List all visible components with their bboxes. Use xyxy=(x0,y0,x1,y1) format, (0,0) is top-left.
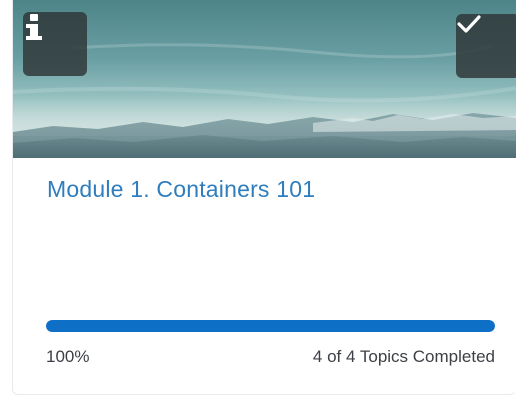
progress-bar xyxy=(46,320,495,332)
module-title-link[interactable]: Module 1. Containers 101 xyxy=(47,176,315,203)
complete-button[interactable] xyxy=(456,14,516,78)
info-button[interactable] xyxy=(23,12,87,76)
module-banner-image xyxy=(13,0,516,158)
topics-completed-count: 4 of 4 Topics Completed xyxy=(312,347,495,366)
progress-percent: 100% xyxy=(46,347,90,366)
progress-bar-fill xyxy=(46,320,495,332)
module-card[interactable]: Module 1. Containers 101 100% 4 of 4 Top… xyxy=(12,0,516,395)
